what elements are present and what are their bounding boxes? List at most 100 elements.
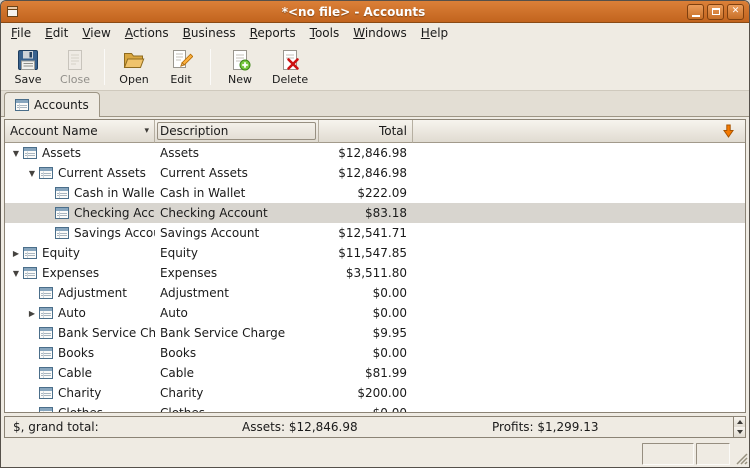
- account-total: $0.00: [372, 286, 407, 300]
- menu-tools[interactable]: Tools: [303, 24, 347, 43]
- account-row[interactable]: Cash in Wallet Cash in Wallet $222.09: [5, 183, 745, 203]
- account-name: Checking Account: [74, 206, 155, 220]
- column-header-filler: [413, 120, 711, 143]
- tab-accounts[interactable]: Accounts: [4, 92, 100, 117]
- up-arrow-icon: [736, 420, 743, 424]
- down-arrow-icon: [736, 430, 743, 434]
- account-total: $3,511.80: [345, 266, 407, 280]
- account-total: $0.00: [372, 346, 407, 360]
- summary-stepper: [733, 417, 745, 437]
- account-name-cell: ▶ Equity: [5, 246, 155, 260]
- account-name-cell: Clothes: [5, 406, 155, 412]
- account-icon: [39, 287, 53, 299]
- table-body: ▼ Assets Assets $12,846.98 ▼ Current Assets Cu…: [5, 143, 745, 412]
- tree-expander-open-icon[interactable]: ▼: [9, 149, 23, 158]
- menubar: File Edit View Actions Business Reports Tools W…: [1, 23, 749, 44]
- tabbar: Accounts: [1, 90, 749, 117]
- new-icon: [228, 48, 252, 72]
- new-button[interactable]: New: [218, 46, 262, 88]
- summary-stepper-down-button[interactable]: [734, 427, 745, 437]
- account-row[interactable]: Cable Cable $81.99: [5, 363, 745, 383]
- tree-expander-open-icon[interactable]: ▼: [9, 269, 23, 278]
- menu-reports[interactable]: Reports: [243, 24, 303, 43]
- account-name: Current Assets: [58, 166, 146, 180]
- account-name: Books: [58, 346, 95, 360]
- maximize-icon: [711, 8, 720, 15]
- maximize-button[interactable]: [707, 3, 724, 20]
- menu-file[interactable]: File: [4, 24, 38, 43]
- account-description: Expenses: [160, 266, 218, 280]
- tree-expander-open-icon[interactable]: ▼: [25, 169, 39, 178]
- close-icon: [63, 48, 87, 72]
- account-total: $200.00: [357, 386, 407, 400]
- account-row[interactable]: ▼ Expenses Expenses $3,511.80: [5, 263, 745, 283]
- account-name-cell: Bank Service Charge: [5, 326, 155, 340]
- account-description: Savings Account: [160, 226, 260, 240]
- tree-expander-closed-icon[interactable]: ▶: [9, 249, 23, 258]
- account-total: $9.95: [372, 326, 407, 340]
- titlebar[interactable]: *<no file> - Accounts ✕: [1, 1, 749, 23]
- summary-assets: Assets: $12,846.98: [242, 420, 358, 434]
- account-row[interactable]: Savings Account Savings Account $12,541.71: [5, 223, 745, 243]
- account-row[interactable]: ▼ Assets Assets $12,846.98: [5, 143, 745, 163]
- delete-button[interactable]: Delete: [265, 46, 315, 88]
- account-total: $81.99: [365, 366, 407, 380]
- account-row[interactable]: Checking Account Checking Account $83.18: [5, 203, 745, 223]
- close-button: Close: [53, 46, 97, 88]
- save-button[interactable]: Save: [6, 46, 50, 88]
- account-icon: [23, 147, 37, 159]
- account-icon: [23, 247, 37, 259]
- toolbar-separator: [210, 49, 211, 85]
- summary-stepper-up-button[interactable]: [734, 417, 745, 427]
- grand-total-label: $, grand total:: [13, 420, 99, 434]
- window-controls: ✕: [687, 3, 744, 20]
- account-name: Bank Service Charge: [58, 326, 155, 340]
- account-row[interactable]: ▼ Current Assets Current Assets $12,846.98: [5, 163, 745, 183]
- menu-windows[interactable]: Windows: [346, 24, 414, 43]
- account-icon: [15, 99, 29, 111]
- account-row[interactable]: ▶ Auto Auto $0.00: [5, 303, 745, 323]
- account-name: Auto: [58, 306, 86, 320]
- toolbar-separator: [104, 49, 105, 85]
- column-header-description[interactable]: Description: [155, 120, 319, 143]
- edit-button[interactable]: Edit: [159, 46, 203, 88]
- menu-view[interactable]: View: [75, 24, 117, 43]
- column-options-button[interactable]: [711, 120, 745, 143]
- account-name-cell: Checking Account: [5, 206, 155, 220]
- delete-icon: [278, 48, 302, 72]
- resize-grip[interactable]: [732, 443, 748, 465]
- close-window-button[interactable]: ✕: [727, 3, 744, 20]
- account-total: $12,541.71: [338, 226, 407, 240]
- account-row[interactable]: Bank Service Charge Bank Service Charge $9…: [5, 323, 745, 343]
- account-name: Cable: [58, 366, 93, 380]
- statusbar-pane: [642, 443, 694, 465]
- account-row[interactable]: Books Books $0.00: [5, 343, 745, 363]
- save-icon: [16, 48, 40, 72]
- account-description: Assets: [160, 146, 200, 160]
- column-header-account-name[interactable]: Account Name ▾: [5, 120, 155, 143]
- menu-edit[interactable]: Edit: [38, 24, 75, 43]
- column-header-total[interactable]: Total: [319, 120, 413, 143]
- orange-down-arrow-icon: [722, 124, 734, 138]
- account-row[interactable]: Charity Charity $200.00: [5, 383, 745, 403]
- column-header-total-label: Total: [378, 124, 407, 138]
- menu-actions[interactable]: Actions: [118, 24, 176, 43]
- account-description: Charity: [160, 386, 204, 400]
- tree-expander-closed-icon[interactable]: ▶: [25, 309, 39, 318]
- account-row[interactable]: Adjustment Adjustment $0.00: [5, 283, 745, 303]
- toolbar-button-label: Edit: [170, 73, 192, 86]
- account-icon: [39, 387, 53, 399]
- open-button[interactable]: Open: [112, 46, 156, 88]
- statusbar-pane: [696, 443, 730, 465]
- window-icon: [6, 5, 20, 19]
- menu-help[interactable]: Help: [414, 24, 455, 43]
- account-total: $12,846.98: [338, 146, 407, 160]
- toolbar-button-label: Open: [119, 73, 149, 86]
- account-row[interactable]: ClothesClothes$0.00: [5, 403, 745, 412]
- account-name: Adjustment: [58, 286, 127, 300]
- menu-business[interactable]: Business: [176, 24, 243, 43]
- minimize-button[interactable]: [687, 3, 704, 20]
- account-row[interactable]: ▶ Equity Equity $11,547.85: [5, 243, 745, 263]
- account-name: Equity: [42, 246, 80, 260]
- account-description: Clothes: [155, 406, 319, 412]
